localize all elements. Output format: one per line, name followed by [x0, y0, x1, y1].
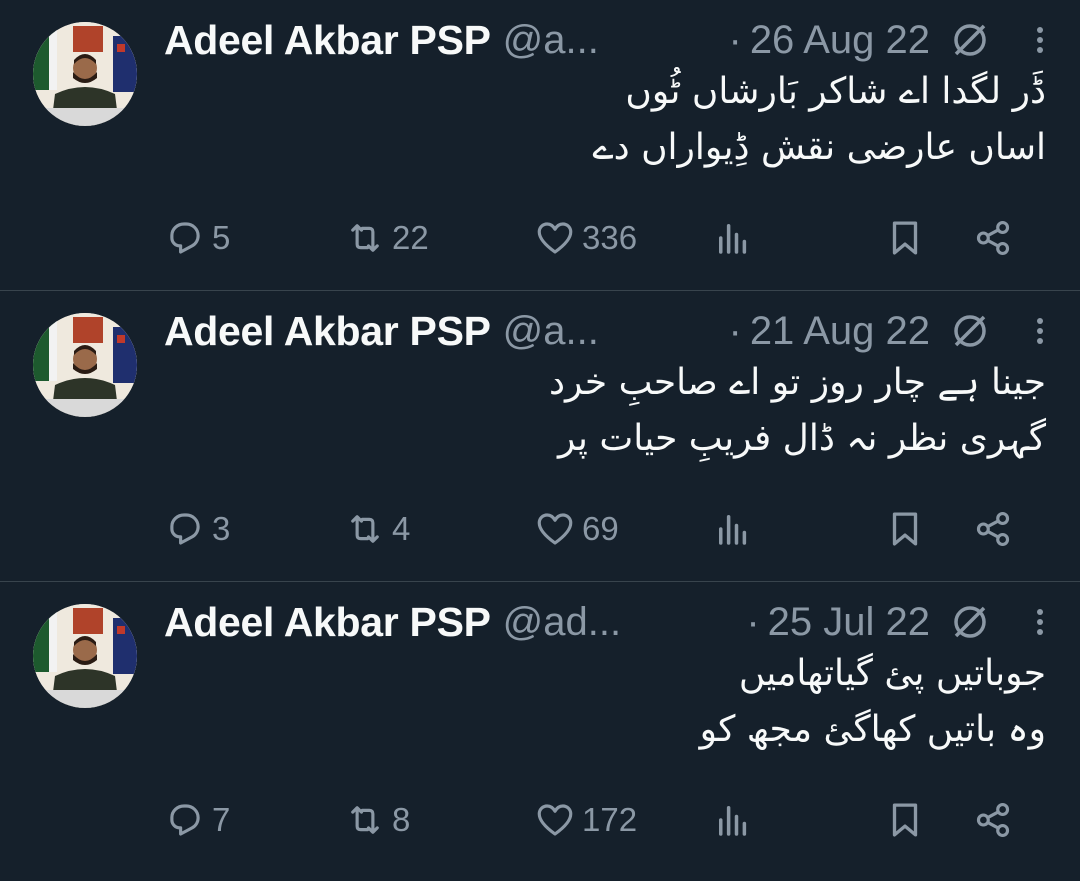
- retweet-icon: [351, 515, 379, 543]
- bookmark-icon: [892, 512, 918, 546]
- bookmark-button[interactable]: [884, 508, 972, 550]
- avatar[interactable]: [33, 22, 137, 126]
- author-name[interactable]: Adeel Akbar PSP: [164, 308, 491, 355]
- retweet-count: 4: [392, 510, 411, 547]
- reply-icon: [170, 222, 200, 254]
- retweet-count: 22: [392, 219, 429, 256]
- tweet-text: جوباتیں پئ گیاتھامیں وہ باتیں کھاگئ مجھ …: [164, 646, 1046, 758]
- share-button[interactable]: [972, 799, 1020, 841]
- retweet-button[interactable]: 8: [344, 799, 534, 841]
- reply-button[interactable]: 3: [164, 508, 344, 550]
- tweet-header: Adeel Akbar PSP @a... · 21 Aug 22: [164, 305, 1050, 357]
- tweet-line: جینا ہے چار روز تو اے صاحبِ خرد: [548, 362, 1046, 403]
- like-button[interactable]: 69: [534, 508, 712, 550]
- like-count: 69: [582, 510, 619, 547]
- tweet[interactable]: Adeel Akbar PSP @a... · 26 Aug 22 ڈَر لگ…: [0, 0, 1080, 291]
- share-button[interactable]: [972, 508, 1020, 550]
- tweet-actions: 3 4 69: [164, 501, 1050, 557]
- avatar[interactable]: [33, 313, 137, 417]
- views-button[interactable]: [712, 217, 884, 259]
- tweet-date[interactable]: 26 Aug 22: [750, 18, 930, 63]
- unverified-icon: [954, 606, 986, 638]
- more-icon[interactable]: [1030, 20, 1050, 60]
- author-handle[interactable]: @a...: [503, 18, 599, 63]
- reply-count: 3: [212, 510, 231, 547]
- tweet[interactable]: Adeel Akbar PSP @ad... · 25 Jul 22 جوبات…: [0, 582, 1080, 880]
- tweet-header: Adeel Akbar PSP @ad... · 25 Jul 22: [164, 596, 1050, 648]
- tweet-line: جوباتیں پئ گیاتھامیں: [738, 653, 1046, 694]
- more-icon[interactable]: [1030, 602, 1050, 642]
- separator-dot: ·: [728, 17, 742, 62]
- heart-icon: [537, 513, 573, 545]
- views-icon: [719, 515, 747, 545]
- share-icon: [976, 803, 1010, 837]
- reply-count: 5: [212, 219, 231, 256]
- views-icon: [719, 224, 747, 254]
- author-handle[interactable]: @a...: [503, 309, 599, 354]
- like-count: 336: [582, 219, 638, 256]
- unverified-icon: [954, 315, 986, 347]
- separator-dot: ·: [746, 599, 760, 644]
- separator-dot: ·: [728, 308, 742, 353]
- tweet-actions: 7 8 172: [164, 792, 1050, 848]
- views-button[interactable]: [712, 799, 884, 841]
- timeline-feed: Adeel Akbar PSP @a... · 26 Aug 22 ڈَر لگ…: [0, 0, 1080, 880]
- tweet-date[interactable]: 21 Aug 22: [750, 309, 930, 354]
- tweet-line: وہ باتیں کھاگئ مجھ کو: [699, 709, 1046, 750]
- like-button[interactable]: 336: [534, 217, 712, 259]
- heart-icon: [537, 804, 573, 836]
- reply-icon: [170, 804, 200, 836]
- author-name[interactable]: Adeel Akbar PSP: [164, 599, 491, 646]
- heart-icon: [537, 222, 573, 254]
- author-name[interactable]: Adeel Akbar PSP: [164, 17, 491, 64]
- tweet-date[interactable]: 25 Jul 22: [768, 600, 930, 645]
- tweet-line: اساں عارضی نقش ڈِیواراں دے: [592, 127, 1046, 168]
- retweet-button[interactable]: 22: [344, 217, 534, 259]
- retweet-button[interactable]: 4: [344, 508, 534, 550]
- share-icon: [976, 512, 1010, 546]
- share-icon: [976, 221, 1010, 255]
- tweet-line: ڈَر لگدا اے شاکر بَارشاں ٹُوں: [625, 71, 1046, 112]
- tweet[interactable]: Adeel Akbar PSP @a... · 21 Aug 22 جینا ہ…: [0, 291, 1080, 582]
- reply-button[interactable]: 5: [164, 217, 344, 259]
- reply-icon: [170, 513, 200, 545]
- reply-count: 7: [212, 801, 231, 838]
- like-count: 172: [582, 801, 638, 838]
- tweet-actions: 5 22 336: [164, 210, 1050, 266]
- retweet-count: 8: [392, 801, 411, 838]
- views-button[interactable]: [712, 508, 884, 550]
- tweet-header: Adeel Akbar PSP @a... · 26 Aug 22: [164, 14, 1050, 66]
- tweet-text: ڈَر لگدا اے شاکر بَارشاں ٹُوں اساں عارضی…: [164, 64, 1046, 176]
- tweet-text: جینا ہے چار روز تو اے صاحبِ خرد گہری نظر…: [164, 355, 1046, 467]
- like-button[interactable]: 172: [534, 799, 712, 841]
- share-button[interactable]: [972, 217, 1020, 259]
- reply-button[interactable]: 7: [164, 799, 344, 841]
- tweet-line: گہری نظر نہ ڈال فریبِ حیات پر: [558, 418, 1046, 459]
- bookmark-button[interactable]: [884, 799, 972, 841]
- retweet-icon: [351, 224, 379, 252]
- retweet-icon: [351, 806, 379, 834]
- bookmark-icon: [892, 221, 918, 255]
- bookmark-button[interactable]: [884, 217, 972, 259]
- author-handle[interactable]: @ad...: [503, 600, 621, 645]
- bookmark-icon: [892, 803, 918, 837]
- unverified-icon: [954, 24, 986, 56]
- more-icon[interactable]: [1030, 311, 1050, 351]
- avatar[interactable]: [33, 604, 137, 708]
- views-icon: [719, 806, 747, 836]
